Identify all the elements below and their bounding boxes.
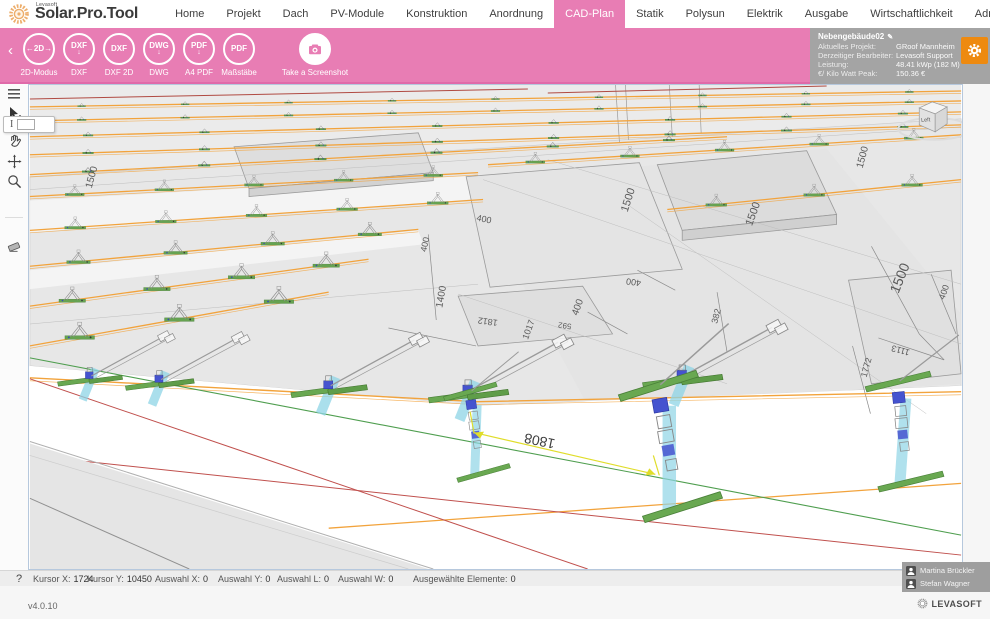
take-screenshot-button[interactable]: Take a Screenshot [269, 33, 361, 77]
selection-w-field: Auswahl W:0 [338, 574, 393, 584]
menu-item-projekt[interactable]: Projekt [215, 0, 271, 28]
project-row-value: 48.41 kWp (182 M) [896, 60, 960, 69]
settings-button[interactable] [961, 37, 988, 64]
cad-viewport[interactable]: Left 15001500150015001500140040040040040… [28, 84, 963, 570]
menu-item-statik[interactable]: Statik [625, 0, 675, 28]
pdf-icon: PDF [223, 33, 255, 65]
brand-small-text: Levasoft [36, 2, 57, 8]
top-menu-bar: Levasoft Solar.Pro.Tool Home Projekt Dac… [0, 0, 990, 28]
view-cube-label: Left [921, 117, 931, 124]
menu-item-elektrik[interactable]: Elektrik [736, 0, 794, 28]
eraser-icon [6, 239, 22, 253]
cursor-x-field: Kursor X:1724 [33, 574, 94, 584]
camera-icon [299, 33, 331, 65]
2d-modus-icon: ←2D→ [23, 33, 55, 65]
online-users-panel: Martina Brückler Stefan Wagner [902, 562, 990, 592]
dxf-export-button[interactable]: DXF↓ DXF [59, 33, 99, 77]
user-avatar-icon [906, 579, 916, 589]
ribbon-back-chevron-icon[interactable]: ‹ [8, 42, 13, 59]
menu-item-anordnung[interactable]: Anordnung [478, 0, 554, 28]
pan-tool-button[interactable] [0, 131, 28, 151]
project-row-label: Aktuelles Projekt: [818, 42, 896, 51]
project-info-panel: Nebengebäude02✎ Aktuelles Projekt:GRoof … [810, 28, 990, 84]
menu-item-cad-plan[interactable]: CAD-Plan [554, 0, 625, 28]
text-cursor-icon[interactable]: I [10, 119, 13, 130]
project-row-label: Leistung: [818, 60, 896, 69]
edit-project-icon[interactable]: ✎ [887, 34, 893, 41]
a4-pdf-export-button[interactable]: PDF↓ A4 PDF [179, 33, 219, 77]
zoom-tool-button[interactable] [0, 171, 28, 191]
left-tool-strip [0, 84, 28, 570]
levasoft-logo: LEVASOFT [917, 598, 982, 609]
move-tool-button[interactable] [0, 151, 28, 171]
user-avatar-icon [906, 566, 916, 576]
dwg-download-icon: DWG↓ [143, 33, 175, 65]
help-button[interactable]: ? [16, 573, 22, 585]
menu-item-home[interactable]: Home [164, 0, 215, 28]
status-bar: ? Kursor X:1724 Kursor Y:10450 Auswahl X… [0, 570, 990, 586]
project-row-value: 150.36 € [896, 69, 925, 78]
project-row-label: €/ Kilo Watt Peak: [818, 69, 896, 78]
menu-item-dach[interactable]: Dach [272, 0, 320, 28]
menu-item-polysun[interactable]: Polysun [675, 0, 736, 28]
project-row-label: Derzeitiger Bearbeiter: [818, 51, 896, 60]
selection-y-field: Auswahl Y:0 [218, 574, 270, 584]
project-row-value: Levasoft Support [896, 51, 953, 60]
magnifier-icon [7, 174, 22, 189]
selection-x-field: Auswahl X:0 [155, 574, 208, 584]
massstaebe-pdf-button[interactable]: PDF Maßstäbe [219, 33, 259, 77]
move-arrows-icon [7, 154, 22, 169]
selected-elements-field: Ausgewählte Elemente:0 [413, 574, 516, 584]
eraser-tool-button[interactable] [0, 236, 28, 256]
menu-item-ausgabe[interactable]: Ausgabe [794, 0, 859, 28]
dimension-label: 400 [625, 276, 641, 288]
user-row[interactable]: Stefan Wagner [906, 577, 986, 590]
dxf-2d-export-button[interactable]: DXF DXF 2D [99, 33, 139, 77]
gear-icon [966, 42, 983, 59]
dxf-download-icon: DXF↓ [63, 33, 95, 65]
cursor-y-field: Kursor Y:10450 [87, 574, 152, 584]
tool-flyout: I [3, 116, 55, 133]
project-title: Nebengebäude02✎ [818, 32, 956, 41]
menu-item-wirtschaftlichkeit[interactable]: Wirtschaftlichkeit [859, 0, 964, 28]
app-logo: Levasoft Solar.Pro.Tool [8, 3, 138, 25]
levasoft-text: LEVASOFT [931, 599, 982, 609]
menu-item-konstruktion[interactable]: Konstruktion [395, 0, 478, 28]
pdf-download-icon: PDF↓ [183, 33, 215, 65]
levasoft-sun-icon [917, 598, 928, 609]
2d-modus-button[interactable]: ←2D→ 2D-Modus [19, 33, 59, 77]
menu-item-admin[interactable]: Admin [964, 0, 990, 28]
main-menu: Home Projekt Dach PV-Module Konstruktion… [164, 0, 990, 28]
version-label: v4.0.10 [28, 601, 58, 611]
menu-item-pv-module[interactable]: PV-Module [319, 0, 395, 28]
flyout-input[interactable] [17, 119, 35, 130]
hand-icon [7, 133, 22, 149]
dxf-2d-icon: DXF [103, 33, 135, 65]
sun-logo-icon [8, 3, 30, 25]
dimension-label: 592 [557, 320, 572, 331]
hamburger-icon [7, 88, 21, 100]
layers-menu-button[interactable] [0, 84, 28, 104]
cad-drawing[interactable]: Left 15001500150015001500140040040040040… [29, 85, 962, 569]
selection-l-field: Auswahl L:0 [277, 574, 329, 584]
user-row[interactable]: Martina Brückler [906, 564, 986, 577]
project-row-value: GRoof Mannheim [896, 42, 955, 51]
dwg-export-button[interactable]: DWG↓ DWG [139, 33, 179, 77]
